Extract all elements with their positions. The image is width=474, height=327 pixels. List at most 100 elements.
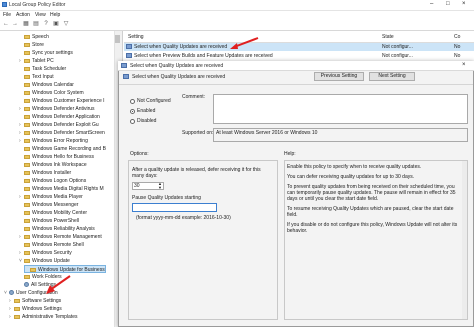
supported-on-box: At least Windows Server 2016 or Windows …: [213, 128, 468, 142]
tree-item-label: Windows Media Digital Rights M: [32, 186, 104, 192]
radio-disabled[interactable]: [130, 119, 135, 124]
column-setting[interactable]: Setting: [128, 34, 144, 40]
dialog-title: Select when Quality Updates are received: [130, 63, 224, 69]
menu-help[interactable]: Help: [50, 12, 60, 18]
tree-item-label: Windows Calendar: [32, 82, 74, 88]
folder-icon: [24, 99, 30, 103]
menu-action[interactable]: Action: [16, 12, 30, 18]
tree-item-label: Windows Media Player: [32, 194, 83, 200]
dialog-title-bar: Select when Quality Updates are received…: [118, 61, 474, 71]
tree-item[interactable]: Text Input: [19, 73, 54, 81]
tree-item[interactable]: › Windows Defender Exploit Gu: [19, 121, 99, 129]
comment-field[interactable]: [213, 94, 468, 124]
help-text: Enable this policy to specify when to re…: [287, 164, 463, 238]
tree-item[interactable]: Windows Update for Business: [24, 265, 106, 273]
window-title: Local Group Policy Editor: [9, 2, 66, 8]
setting-row-quality-updates[interactable]: Select when Quality Updates are received…: [124, 43, 474, 51]
next-setting-button[interactable]: Next Setting: [369, 72, 415, 81]
policy-icon: [121, 63, 127, 68]
folder-icon: [24, 67, 30, 71]
dialog-close-icon[interactable]: ×: [462, 62, 466, 68]
view-icon[interactable]: ▣: [52, 21, 60, 28]
folder-icon: [24, 259, 30, 263]
tree-item[interactable]: Windows Ink Workspace: [19, 161, 87, 169]
comment-label: Comment:: [182, 94, 206, 100]
tree-item[interactable]: Windows Hello for Business: [19, 153, 94, 161]
dialog-header-title: Select when Quality Updates are received: [132, 74, 226, 80]
tree-item[interactable]: › Windows Security: [19, 249, 72, 257]
close-icon[interactable]: ×: [462, 1, 466, 7]
options-label: Options:: [130, 151, 149, 157]
tree-item[interactable]: › Windows Defender SmartScreen: [19, 129, 105, 137]
tree-item[interactable]: Windows Customer Experience I: [19, 97, 105, 105]
pause-label: Pause Quality Updates starting: [132, 195, 201, 201]
tree-item[interactable]: Windows PowerShell: [19, 217, 79, 225]
maximize-icon[interactable]: □: [446, 1, 450, 7]
help-label: Help:: [284, 151, 296, 157]
tree-item[interactable]: Speech: [19, 33, 49, 41]
tree-item[interactable]: Windows Color System: [19, 89, 84, 97]
tree-item[interactable]: › Windows Remote Management: [19, 233, 102, 241]
folder-icon: [24, 163, 30, 167]
column-state[interactable]: State: [382, 34, 394, 40]
column-comment[interactable]: Co: [454, 34, 460, 40]
filter-icon[interactable]: ▽: [62, 21, 70, 28]
setting-state: Not configur...: [382, 53, 413, 59]
setting-name: Select when Quality Updates are received: [134, 44, 228, 50]
tree-item[interactable]: › Software Settings: [9, 297, 61, 305]
spinner-icon[interactable]: ▲ ▼: [158, 182, 162, 190]
setting-comment: No: [454, 44, 461, 50]
help-paragraph: Enable this policy to specify when to re…: [287, 164, 422, 170]
tree-item[interactable]: › Windows Settings: [9, 305, 62, 313]
tree-item[interactable]: Windows Defender Application: [19, 113, 100, 121]
help-scrollbar[interactable]: [462, 161, 467, 319]
tree-item[interactable]: › Tablet PC: [19, 57, 54, 65]
tree-item[interactable]: Windows Media Digital Rights M: [19, 185, 104, 193]
tree-item[interactable]: › Windows Media Player: [19, 193, 83, 201]
show-hide-tree-icon[interactable]: ▦: [22, 21, 30, 28]
radio-enabled[interactable]: [130, 109, 135, 114]
tree-item-label: Sync your settings: [32, 50, 73, 56]
tree-item[interactable]: › Windows Defender Antivirus: [19, 105, 95, 113]
folder-icon: [24, 35, 30, 39]
settings-list-header: Setting State Co: [124, 33, 474, 43]
policy-icon: [126, 44, 132, 49]
tree-item[interactable]: › Windows Error Reporting: [19, 137, 88, 145]
policy-icon: [123, 74, 129, 79]
tree-item[interactable]: › Administrative Templates: [9, 313, 78, 321]
tree-item[interactable]: Windows Messenger: [19, 201, 78, 209]
tree-item[interactable]: Windows Calendar: [19, 81, 74, 89]
dialog-header: Select when Quality Updates are received…: [119, 72, 473, 82]
pause-date-input[interactable]: [132, 203, 217, 212]
tree-item-label: Windows Defender Application: [32, 114, 100, 120]
tree-item[interactable]: Task Scheduler: [19, 65, 66, 73]
menu-view[interactable]: View: [35, 12, 46, 18]
tree-item[interactable]: Windows Reliability Analysis: [19, 225, 95, 233]
tree-item-label: Windows Hello for Business: [32, 154, 94, 160]
forward-icon[interactable]: →: [11, 21, 19, 28]
minimize-icon[interactable]: –: [430, 1, 433, 7]
tree-item-label: Windows Reliability Analysis: [32, 226, 95, 232]
properties-icon[interactable]: ▤: [32, 21, 40, 28]
help-icon[interactable]: ?: [42, 21, 50, 28]
menu-bar: File Action View Help: [0, 11, 474, 20]
folder-icon: [24, 219, 30, 223]
tree-item[interactable]: Store: [19, 41, 44, 49]
tree-item[interactable]: Sync your settings: [19, 49, 73, 57]
defer-days-input[interactable]: 30 ▲ ▼: [132, 182, 164, 190]
tree-item-label: Software Settings: [22, 298, 62, 304]
tree-item[interactable]: ˅ Windows Update: [19, 257, 70, 265]
previous-setting-button[interactable]: Previous Setting: [314, 72, 364, 81]
tree-scrollbar-thumb[interactable]: [115, 35, 120, 43]
folder-icon: [30, 268, 36, 272]
tree-item[interactable]: Windows Remote Shell: [19, 241, 84, 249]
tree-item[interactable]: Windows Installer: [19, 169, 71, 177]
setting-row-preview-builds[interactable]: Select when Preview Builds and Feature U…: [124, 52, 474, 60]
tree-item[interactable]: Windows Game Recording and B: [19, 145, 106, 153]
radio-not-configured[interactable]: [130, 99, 135, 104]
tree-item[interactable]: Windows Logon Options: [19, 177, 86, 185]
help-paragraph: To resume receiving Quality Updates whic…: [287, 206, 454, 218]
tree-item[interactable]: Windows Mobility Center: [19, 209, 87, 217]
back-icon[interactable]: ←: [2, 21, 10, 28]
menu-file[interactable]: File: [3, 12, 11, 18]
